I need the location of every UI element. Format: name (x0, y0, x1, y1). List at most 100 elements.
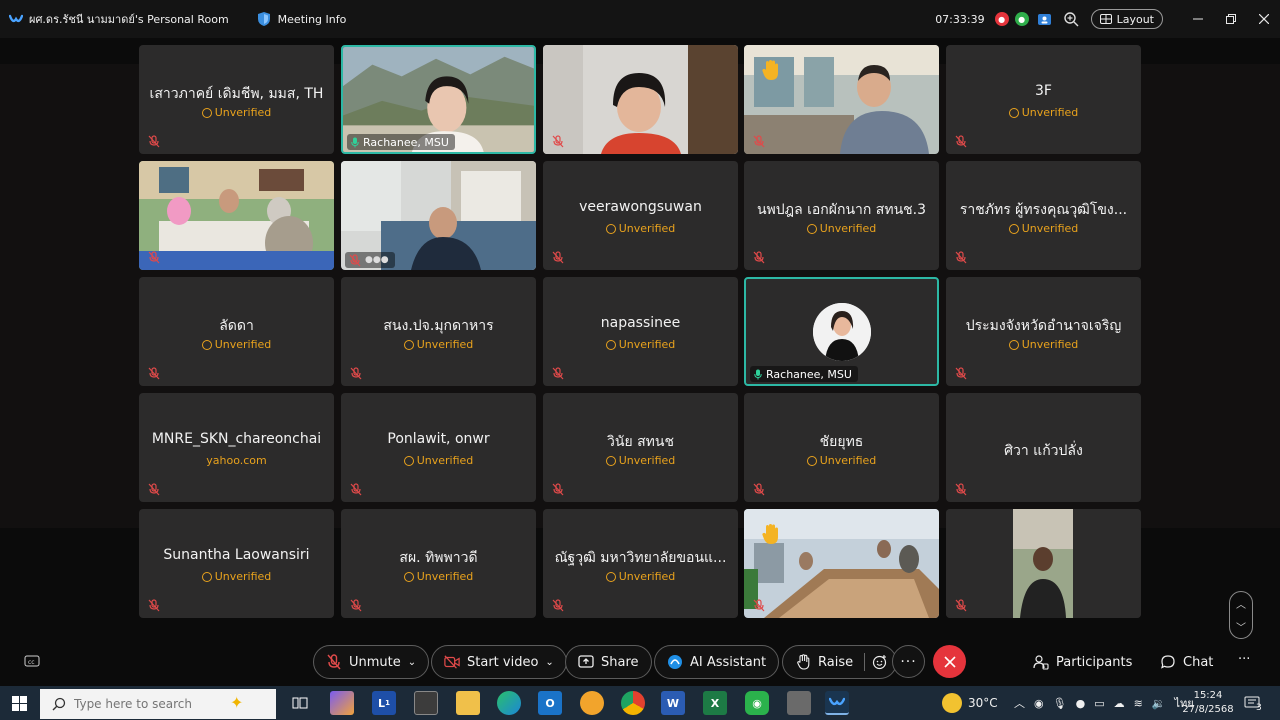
copilot-icon[interactable] (330, 691, 354, 715)
participant-name: Ponlawit, onwr (387, 431, 490, 447)
reactions-icon[interactable] (872, 654, 888, 670)
taskbar-clock[interactable]: 15:24 27/8/2568 (1180, 689, 1236, 717)
participant-tile[interactable]: ลัดดา Unverified (139, 277, 334, 386)
chevron-down-icon[interactable]: ⌄ (545, 657, 553, 668)
cast-icon[interactable]: ▭ (1094, 697, 1104, 710)
ai-assistant-icon (667, 654, 683, 670)
muted-mic-icon (326, 654, 342, 670)
participants-button[interactable]: Participants (1033, 650, 1132, 674)
chevron-up-icon[interactable]: ︿ (1014, 695, 1025, 711)
verification-status: Unverified (543, 454, 738, 467)
more-menu-icon[interactable]: ··· (1238, 652, 1250, 667)
participant-video-tile[interactable]: Rachanee, MSU (341, 45, 536, 154)
mic-active-icon (351, 137, 359, 147)
hand-icon (795, 654, 811, 670)
task-view-icon[interactable] (288, 691, 312, 715)
participant-name: 3F (1035, 83, 1052, 99)
file-explorer-icon[interactable] (456, 691, 480, 715)
participant-video-tile[interactable] (744, 509, 939, 618)
start-video-button[interactable]: Start video ⌄ (431, 645, 567, 679)
shield-icon[interactable] (257, 11, 271, 27)
chevron-down-icon[interactable]: ﹀ (1236, 619, 1246, 634)
participant-video-tile[interactable] (543, 45, 738, 154)
participant-tile[interactable]: ประมงจังหวัดอำนาจเจริญ Unverified (946, 277, 1141, 386)
participant-tile[interactable]: นพปฎล เอกผักนาก สทนช.3 Unverified (744, 161, 939, 270)
participant-tile[interactable]: napassinee Unverified (543, 277, 738, 386)
line-app-icon[interactable]: ◉ (745, 691, 769, 715)
people-insights-icon[interactable] (1035, 9, 1055, 29)
layout-button[interactable]: Layout (1090, 9, 1163, 29)
chevron-down-icon[interactable]: ⌄ (408, 657, 416, 668)
unmute-button[interactable]: Unmute ⌄ (313, 645, 430, 679)
webex-logo-icon (9, 13, 23, 25)
share-button[interactable]: Share (565, 645, 652, 679)
active-speaker-tile[interactable]: Rachanee, MSU (744, 277, 939, 386)
recording-icon[interactable]: ● (994, 12, 1009, 26)
verification-status: yahoo.com (206, 454, 267, 467)
grid-page-scroller[interactable]: ︿ ﹀ (1229, 591, 1253, 639)
participant-tile[interactable]: Ponlawit, onwr Unverified (341, 393, 536, 502)
participant-tile[interactable]: สผ. ทิพพาวดี Unverified (341, 509, 536, 618)
muted-mic-icon (552, 251, 564, 264)
participant-tile[interactable]: ราชภัทร ผู้ทรงคุณวุฒิโขง... Unverified (946, 161, 1141, 270)
wifi-icon[interactable]: ≋ (1134, 697, 1143, 710)
app-icon[interactable] (787, 691, 811, 715)
participant-video-tile[interactable] (744, 45, 939, 154)
participant-tile[interactable]: ศิวา แก้วปลั่ง (946, 393, 1141, 502)
windows-start-icon[interactable] (12, 696, 27, 711)
taskbar-search[interactable]: ✦ (40, 689, 276, 719)
participant-tile[interactable]: Sunantha Laowansiri Unverified (139, 509, 334, 618)
participant-name: ลัดดา (219, 318, 254, 334)
participant-tile[interactable]: ณัฐวุฒิ มหาวิทยาลัยขอนแ... Unverified (543, 509, 738, 618)
chrome-icon[interactable] (621, 691, 645, 715)
microphone-icon[interactable]: 🎙 (1053, 697, 1067, 710)
participant-name: เสาวภาคย์ เดิมชีพ, มมส, TH (149, 86, 324, 102)
participant-tile[interactable]: สนง.ปจ.มุกดาหาร Unverified (341, 277, 536, 386)
chevron-up-icon[interactable]: ︿ (1236, 596, 1246, 611)
participant-video-tile[interactable]: ●●● (341, 161, 536, 270)
excel-icon[interactable]: X (703, 691, 727, 715)
lens-app-icon[interactable]: L1 (372, 691, 396, 715)
captions-icon[interactable]: cc (24, 654, 40, 673)
participant-name: นพปฎล เอกผักนาก สทนช.3 (756, 202, 927, 218)
participant-video-tile[interactable] (139, 161, 334, 270)
participant-name: ประมงจังหวัดอำนาจเจริญ (965, 318, 1122, 334)
more-options-button[interactable]: ··· (892, 645, 925, 678)
notification-center[interactable]: 3 (1244, 686, 1262, 720)
participant-grid: เสาวภาคย์ เดิมชีพ, มมส, TH Unverified Ra… (0, 38, 1280, 639)
participant-tile[interactable]: veerawongsuwan Unverified (543, 161, 738, 270)
participant-tile[interactable]: วินัย สทนช Unverified (543, 393, 738, 502)
meeting-info-link[interactable]: Meeting Info (278, 13, 347, 26)
cloud-icon[interactable]: ☁ (1114, 697, 1125, 710)
word-icon[interactable]: W (661, 691, 685, 715)
room-title: ผศ.ดร.รัชนี นามมาดย์'s Personal Room (29, 13, 229, 26)
outlook-icon[interactable]: O (538, 691, 562, 715)
participant-video-tile[interactable] (946, 509, 1141, 618)
participant-tile[interactable]: ชัยยุทธ Unverified (744, 393, 939, 502)
weather-widget[interactable]: 30°C (942, 686, 998, 720)
chat-button[interactable]: Chat (1160, 650, 1213, 674)
zoom-icon[interactable] (1061, 9, 1081, 29)
layout-grid-icon (1099, 14, 1112, 24)
raised-hand-icon (762, 60, 778, 80)
webex-taskbar-icon[interactable] (825, 691, 849, 715)
volume-icon[interactable]: 🔉 (1152, 697, 1166, 710)
minimize-button[interactable] (1181, 0, 1214, 38)
participant-tile[interactable]: MNRE_SKN_chareonchai yahoo.com (139, 393, 334, 502)
mic-tray-icon[interactable]: ● (1076, 697, 1086, 710)
clock-icon (403, 571, 414, 582)
connection-status-icon[interactable]: ● (1014, 12, 1029, 26)
raise-hand-button[interactable]: Raise (782, 645, 898, 679)
restore-button[interactable] (1214, 0, 1247, 38)
location-icon[interactable]: ◉ (1034, 697, 1044, 710)
search-input[interactable] (74, 697, 214, 711)
muted-mic-icon (753, 599, 765, 612)
participant-tile[interactable]: 3F Unverified (946, 45, 1141, 154)
participant-tile[interactable]: เสาวภาคย์ เดิมชีพ, มมส, TH Unverified (139, 45, 334, 154)
edge-browser-icon[interactable] (497, 691, 521, 715)
close-window-button[interactable] (1247, 0, 1280, 38)
ai-assistant-button[interactable]: AI Assistant (654, 645, 780, 679)
app-icon[interactable] (580, 691, 604, 715)
microsoft-store-icon[interactable] (414, 691, 438, 715)
leave-meeting-button[interactable] (933, 645, 966, 678)
